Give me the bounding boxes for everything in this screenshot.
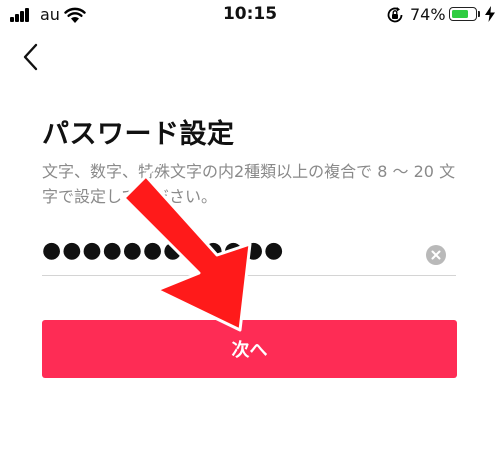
password-field[interactable] bbox=[42, 236, 456, 276]
battery-icon bbox=[449, 7, 477, 21]
status-bar: au 10:15 74% bbox=[0, 0, 500, 32]
chevron-left-icon[interactable] bbox=[20, 42, 44, 72]
password-requirements: 文字、数字、特殊文字の内2種類以上の複合で 8 〜 20 文字で設定してください… bbox=[42, 162, 456, 206]
battery-level bbox=[452, 10, 469, 18]
next-button[interactable]: 次へ bbox=[42, 320, 457, 378]
battery-cap bbox=[478, 11, 480, 17]
page-title: パスワード設定 bbox=[42, 119, 235, 150]
rotation-lock-icon bbox=[387, 7, 403, 23]
charging-icon bbox=[485, 6, 495, 22]
battery-percent: 74% bbox=[410, 5, 446, 24]
clear-icon[interactable] bbox=[426, 245, 446, 265]
password-input[interactable] bbox=[42, 238, 412, 263]
